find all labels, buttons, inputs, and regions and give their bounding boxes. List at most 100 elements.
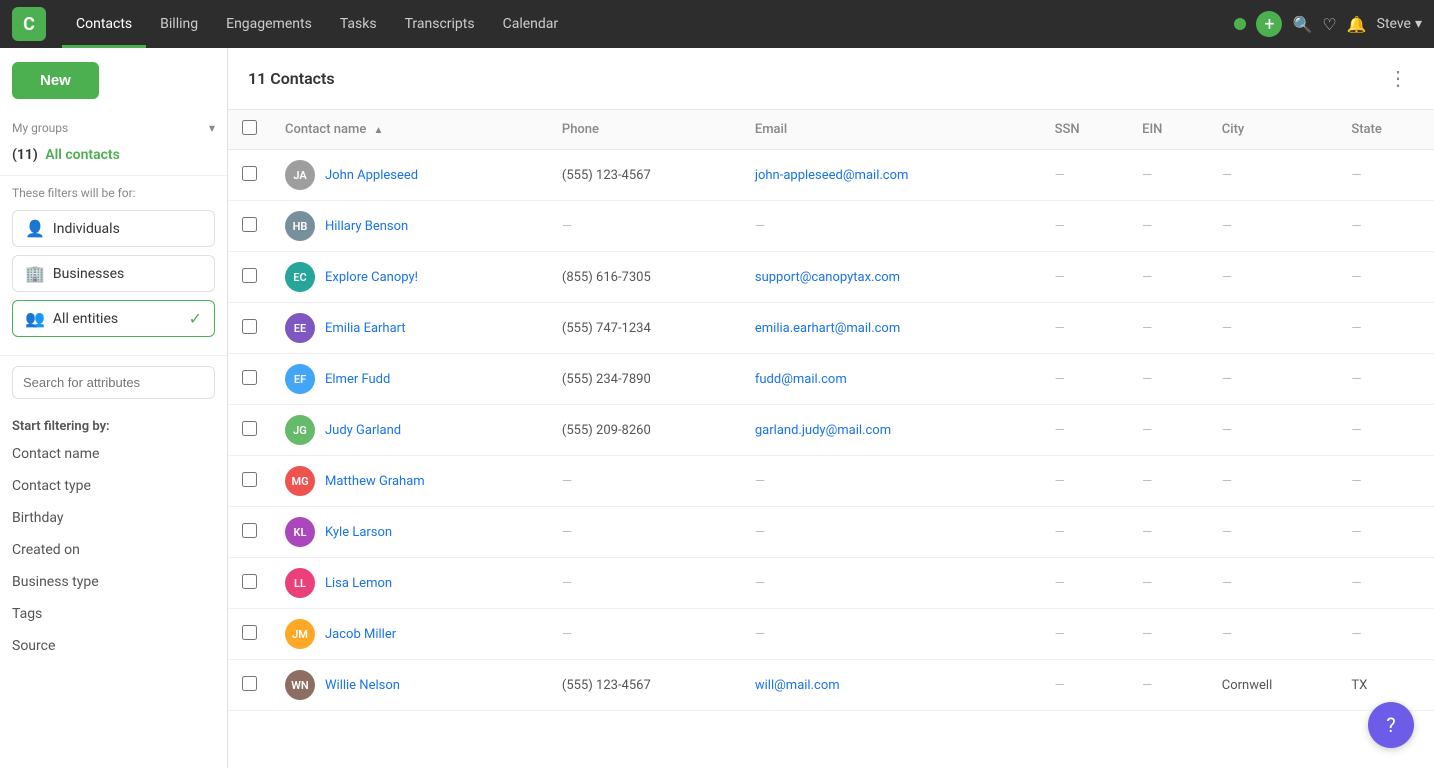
filter-attr-tags[interactable]: Tags [0, 598, 227, 630]
row-checkbox[interactable] [242, 217, 257, 232]
all-contacts-label: All contacts [45, 147, 120, 163]
avatar: HB [285, 211, 315, 241]
filter-section: These filters will be for: 👤 Individuals… [0, 175, 227, 355]
ssn-cell: — [1041, 405, 1128, 456]
avatar: LL [285, 568, 315, 598]
app-logo[interactable]: C [12, 7, 46, 41]
filter-attr-contact-type[interactable]: Contact type [0, 470, 227, 502]
table-row: EC Explore Canopy! (855) 616-7305 suppor… [228, 252, 1434, 303]
filter-attr-birthday[interactable]: Birthday [0, 502, 227, 534]
help-button[interactable]: ? [1368, 702, 1414, 748]
more-options-button[interactable]: ⋮ [1382, 64, 1414, 93]
row-checkbox[interactable] [242, 676, 257, 691]
col-state: State [1337, 110, 1434, 150]
filter-attr-created-on[interactable]: Created on [0, 534, 227, 566]
ssn-cell: — [1041, 354, 1128, 405]
filter-chip-all-entities[interactable]: 👥 All entities ✓ [12, 300, 215, 337]
contact-name-link[interactable]: Lisa Lemon [325, 576, 392, 591]
ein-cell: — [1128, 354, 1208, 405]
ein-cell: — [1128, 201, 1208, 252]
row-checkbox[interactable] [242, 625, 257, 640]
search-attributes-section [0, 355, 227, 409]
ein-cell: — [1128, 150, 1208, 201]
search-icon[interactable]: 🔍 [1292, 15, 1312, 34]
contact-name-link[interactable]: Jacob Miller [325, 627, 396, 642]
table-row: LL Lisa Lemon — — — — — — [228, 558, 1434, 609]
email-link[interactable]: john-appleseed@mail.com [755, 168, 909, 183]
table-row: HB Hillary Benson — — — — — — [228, 201, 1434, 252]
contact-name-link[interactable]: Elmer Fudd [325, 372, 390, 387]
table-row: EE Emilia Earhart (555) 747-1234 emilia.… [228, 303, 1434, 354]
contacts-tbody: JA John Appleseed (555) 123-4567 john-ap… [228, 150, 1434, 711]
ein-cell: — [1128, 405, 1208, 456]
nav-link-engagements[interactable]: Engagements [212, 0, 326, 48]
email-link[interactable]: fudd@mail.com [755, 372, 847, 387]
row-checkbox[interactable] [242, 268, 257, 283]
state-cell: — [1337, 405, 1434, 456]
nav-link-tasks[interactable]: Tasks [326, 0, 391, 48]
email-cell: fudd@mail.com [741, 354, 1041, 405]
city-cell: — [1208, 354, 1338, 405]
sidebar: New My groups ▾ (11) All contacts These … [0, 48, 228, 768]
filter-attr-source[interactable]: Source [0, 630, 227, 662]
email-link[interactable]: support@canopytax.com [755, 270, 900, 285]
contact-name-link[interactable]: Matthew Graham [325, 474, 425, 489]
nav-link-transcripts[interactable]: Transcripts [391, 0, 489, 48]
ssn-cell: — [1041, 201, 1128, 252]
email-link[interactable]: will@mail.com [755, 678, 840, 693]
bell-icon[interactable]: 🔔 [1347, 15, 1367, 34]
contacts-count-badge: (11) [12, 147, 38, 163]
all-contacts-item[interactable]: (11) All contacts [0, 143, 227, 175]
table-header-row: Contact name ▲ Phone Email SSN EIN City … [228, 110, 1434, 150]
row-checkbox[interactable] [242, 319, 257, 334]
contact-name-link[interactable]: Judy Garland [325, 423, 401, 438]
filter-attr-contact-name[interactable]: Contact name [0, 438, 227, 470]
my-groups[interactable]: My groups ▾ [0, 113, 227, 143]
row-checkbox[interactable] [242, 370, 257, 385]
heart-icon[interactable]: ♡ [1322, 15, 1336, 34]
new-button[interactable]: New [12, 62, 99, 99]
email-cell: — [741, 507, 1041, 558]
nav-link-contacts[interactable]: Contacts [62, 0, 146, 48]
nav-link-calendar[interactable]: Calendar [489, 0, 573, 48]
select-all-checkbox[interactable] [242, 120, 257, 135]
main-content: 11 Contacts ⋮ Contact name ▲ Phone Email… [228, 48, 1434, 768]
name-cell: EE Emilia Earhart [271, 303, 548, 354]
contact-name-link[interactable]: Willie Nelson [325, 678, 400, 693]
contact-name-link[interactable]: Kyle Larson [325, 525, 392, 540]
row-checkbox-cell [228, 252, 271, 303]
user-menu[interactable]: Steve ▾ [1377, 16, 1422, 32]
row-checkbox[interactable] [242, 523, 257, 538]
state-cell: — [1337, 507, 1434, 558]
filter-chip-businesses[interactable]: 🏢 Businesses [12, 255, 215, 292]
ssn-cell: — [1041, 558, 1128, 609]
nav-link-billing[interactable]: Billing [146, 0, 212, 48]
phone-cell: (555) 234-7890 [548, 354, 741, 405]
add-button[interactable]: + [1256, 11, 1282, 37]
ein-cell: — [1128, 252, 1208, 303]
name-cell: KL Kyle Larson [271, 507, 548, 558]
email-link[interactable]: emilia.earhart@mail.com [755, 321, 900, 336]
ein-cell: — [1128, 507, 1208, 558]
city-cell: — [1208, 405, 1338, 456]
city-cell: Cornwell [1208, 660, 1338, 711]
sort-icon: ▲ [374, 125, 384, 136]
name-cell: WN Willie Nelson [271, 660, 548, 711]
email-link[interactable]: garland.judy@mail.com [755, 423, 891, 438]
row-checkbox[interactable] [242, 574, 257, 589]
search-attributes-input[interactable] [12, 366, 215, 399]
phone-cell: (855) 616-7305 [548, 252, 741, 303]
top-nav: C ContactsBillingEngagementsTasksTranscr… [0, 0, 1434, 48]
col-contact-name[interactable]: Contact name ▲ [271, 110, 548, 150]
contact-name-link[interactable]: Explore Canopy! [325, 270, 418, 285]
city-cell: — [1208, 150, 1338, 201]
contact-name-link[interactable]: John Appleseed [325, 168, 418, 183]
phone-cell: — [548, 558, 741, 609]
row-checkbox[interactable] [242, 421, 257, 436]
filter-chip-individuals[interactable]: 👤 Individuals [12, 210, 215, 247]
filter-attr-business-type[interactable]: Business type [0, 566, 227, 598]
row-checkbox[interactable] [242, 472, 257, 487]
row-checkbox[interactable] [242, 166, 257, 181]
contact-name-link[interactable]: Hillary Benson [325, 219, 408, 234]
contact-name-link[interactable]: Emilia Earhart [325, 321, 406, 336]
